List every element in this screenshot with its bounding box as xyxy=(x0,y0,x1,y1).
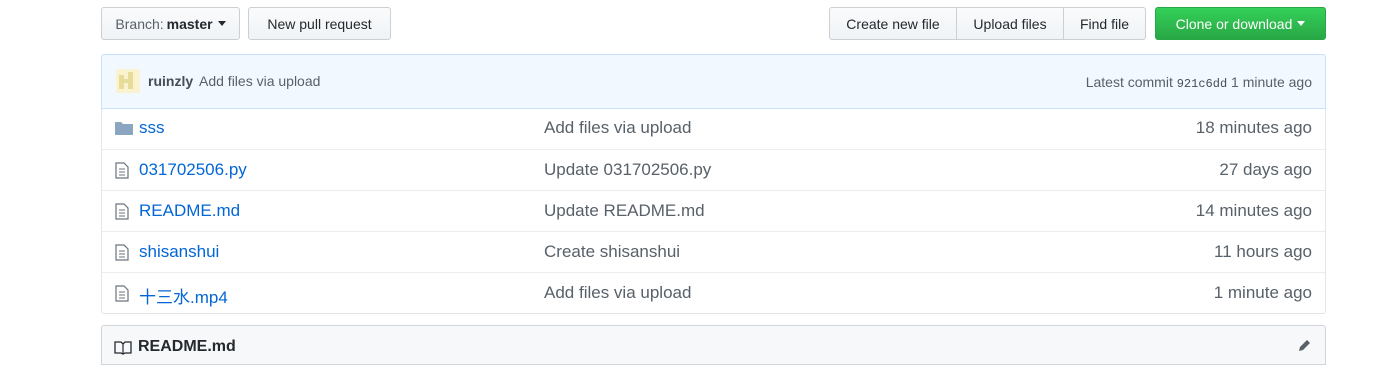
file-commit-message-link[interactable]: Add files via upload xyxy=(544,118,691,138)
file-commit-message-link[interactable]: Update 031702506.py xyxy=(544,160,711,180)
file-age: 18 minutes ago xyxy=(1195,118,1312,137)
file-row: README.md Update README.md 14 minutes ag… xyxy=(102,190,1325,231)
file-name-link[interactable]: sss xyxy=(139,118,165,138)
latest-commit-info: Latest commit 921c6dd 1 minute ago xyxy=(1086,74,1312,91)
file-icon xyxy=(115,203,129,225)
file-name-link[interactable]: shisanshui xyxy=(139,242,219,262)
commit-message-link[interactable]: Add files via upload xyxy=(199,73,320,89)
find-file-button[interactable]: Find file xyxy=(1063,7,1146,40)
latest-commit-bar: ruinzly Add files via upload Latest comm… xyxy=(101,54,1326,109)
create-new-file-button[interactable]: Create new file xyxy=(829,7,957,40)
file-row: 十三水.mp4 Add files via upload 1 minute ag… xyxy=(102,272,1325,313)
file-icon xyxy=(115,285,129,307)
upload-files-button[interactable]: Upload files xyxy=(956,7,1064,40)
file-name-link[interactable]: 031702506.py xyxy=(139,160,247,180)
clone-or-download-button[interactable]: Clone or download xyxy=(1155,7,1326,40)
file-name-link[interactable]: README.md xyxy=(139,201,240,221)
latest-commit-label: Latest commit xyxy=(1085,74,1173,90)
commit-age: 1 minute ago xyxy=(1231,74,1312,90)
clone-or-download-label: Clone or download xyxy=(1175,15,1293,32)
readme-title: README.md xyxy=(138,338,236,355)
caret-down-icon xyxy=(1297,21,1306,26)
commit-sha-link[interactable]: 921c6dd xyxy=(1177,77,1227,91)
file-age: 27 days ago xyxy=(1219,160,1312,179)
file-commit-message-link[interactable]: Update README.md xyxy=(544,201,705,221)
readme-header: README.md xyxy=(101,325,1326,365)
folder-icon xyxy=(115,120,133,141)
file-age: 11 hours ago xyxy=(1214,242,1312,261)
file-icon xyxy=(115,162,129,184)
commit-author-link[interactable]: ruinzly xyxy=(148,73,193,89)
avatar[interactable] xyxy=(116,69,140,93)
pencil-icon[interactable] xyxy=(1297,339,1311,356)
new-pull-request-button[interactable]: New pull request xyxy=(248,7,391,40)
branch-prefix-label: Branch: xyxy=(115,15,164,32)
file-list: sss Add files via upload 18 minutes ago … xyxy=(101,108,1326,314)
file-age: 1 minute ago xyxy=(1213,283,1312,302)
file-row: 031702506.py Update 031702506.py 27 days… xyxy=(102,149,1325,190)
file-age: 14 minutes ago xyxy=(1195,201,1312,220)
branch-select-button[interactable]: Branch: master xyxy=(101,7,240,40)
file-name-link[interactable]: 十三水.mp4 xyxy=(139,283,228,308)
file-icon xyxy=(115,244,129,266)
file-commit-message-link[interactable]: Create shisanshui xyxy=(544,242,680,262)
caret-down-icon xyxy=(217,21,226,26)
file-row: shisanshui Create shisanshui 11 hours ag… xyxy=(102,231,1325,272)
branch-name-label: master xyxy=(166,15,213,32)
file-commit-message-link[interactable]: Add files via upload xyxy=(544,283,691,303)
file-row: sss Add files via upload 18 minutes ago xyxy=(102,108,1325,149)
